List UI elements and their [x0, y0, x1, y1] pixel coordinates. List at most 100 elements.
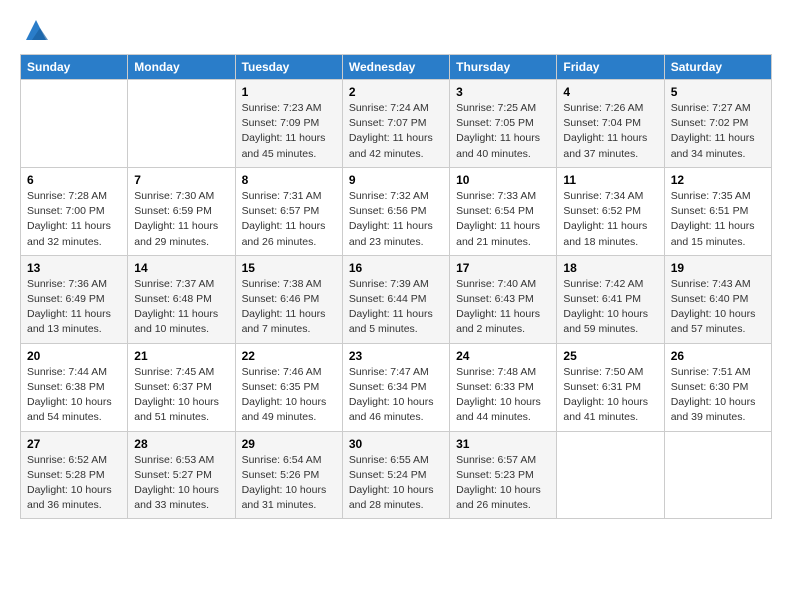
day-number: 30 — [349, 437, 443, 451]
calendar-cell: 24 Sunrise: 7:48 AMSunset: 6:33 PMDayligh… — [450, 343, 557, 431]
calendar-table: SundayMondayTuesdayWednesdayThursdayFrid… — [20, 54, 772, 519]
day-number: 23 — [349, 349, 443, 363]
calendar-cell: 26Sunrise: 7:51 AMSunset: 6:30 PMDayligh… — [664, 343, 771, 431]
calendar-cell — [21, 80, 128, 168]
day-info: Sunrise: 7:40 AMSunset: 6:43 PMDaylight:… — [456, 277, 550, 338]
day-info: Sunrise: 7:33 AMSunset: 6:54 PMDaylight:… — [456, 189, 550, 250]
day-number: 1 — [242, 85, 336, 99]
day-info: Sunrise: 6:53 AMSunset: 5:27 PMDaylight:… — [134, 453, 228, 514]
day-info: Sunrise: 7:50 AMSunset: 6:31 PMDaylight:… — [563, 365, 657, 426]
calendar-cell — [557, 431, 664, 519]
day-info: Sunrise: 6:52 AMSunset: 5:28 PMDaylight:… — [27, 453, 121, 514]
day-number: 19 — [671, 261, 765, 275]
day-number: 27 — [27, 437, 121, 451]
calendar-cell: 28 Sunrise: 6:53 AMSunset: 5:27 PMDayligh… — [128, 431, 235, 519]
day-info: Sunrise: 7:36 AMSunset: 6:49 PMDaylight:… — [27, 277, 121, 338]
col-header-monday: Monday — [128, 55, 235, 80]
day-info: Sunrise: 6:54 AMSunset: 5:26 PMDaylight:… — [242, 453, 336, 514]
day-info: Sunrise: 7:51 AMSunset: 6:30 PMDaylight:… — [671, 365, 765, 426]
col-header-saturday: Saturday — [664, 55, 771, 80]
calendar-cell — [128, 80, 235, 168]
calendar-cell: 3 Sunrise: 7:25 AMSunset: 7:05 PMDaylight… — [450, 80, 557, 168]
calendar-cell: 17 Sunrise: 7:40 AMSunset: 6:43 PMDayligh… — [450, 255, 557, 343]
calendar-cell: 30 Sunrise: 6:55 AMSunset: 5:24 PMDayligh… — [342, 431, 449, 519]
day-info: Sunrise: 7:27 AMSunset: 7:02 PMDaylight:… — [671, 101, 765, 162]
day-info: Sunrise: 7:31 AMSunset: 6:57 PMDaylight:… — [242, 189, 336, 250]
day-number: 7 — [134, 173, 228, 187]
day-number: 8 — [242, 173, 336, 187]
calendar-cell: 14Sunrise: 7:37 AMSunset: 6:48 PMDayligh… — [128, 255, 235, 343]
day-info: Sunrise: 6:57 AMSunset: 5:23 PMDaylight:… — [456, 453, 550, 514]
calendar-cell: 5 Sunrise: 7:27 AMSunset: 7:02 PMDaylight… — [664, 80, 771, 168]
calendar-cell: 4 Sunrise: 7:26 AMSunset: 7:04 PMDaylight… — [557, 80, 664, 168]
header — [20, 16, 772, 44]
calendar-cell: 27 Sunrise: 6:52 AMSunset: 5:28 PMDayligh… — [21, 431, 128, 519]
col-header-tuesday: Tuesday — [235, 55, 342, 80]
day-info: Sunrise: 7:46 AMSunset: 6:35 PMDaylight:… — [242, 365, 336, 426]
day-number: 22 — [242, 349, 336, 363]
day-number: 6 — [27, 173, 121, 187]
calendar-cell: 13 Sunrise: 7:36 AMSunset: 6:49 PMDayligh… — [21, 255, 128, 343]
day-info: Sunrise: 6:55 AMSunset: 5:24 PMDaylight:… — [349, 453, 443, 514]
col-header-friday: Friday — [557, 55, 664, 80]
calendar-cell: 25Sunrise: 7:50 AMSunset: 6:31 PMDayligh… — [557, 343, 664, 431]
day-number: 17 — [456, 261, 550, 275]
day-number: 16 — [349, 261, 443, 275]
day-number: 31 — [456, 437, 550, 451]
calendar-header-row: SundayMondayTuesdayWednesdayThursdayFrid… — [21, 55, 772, 80]
day-info: Sunrise: 7:32 AMSunset: 6:56 PMDaylight:… — [349, 189, 443, 250]
logo-icon — [22, 16, 50, 44]
calendar-cell: 8 Sunrise: 7:31 AMSunset: 6:57 PMDaylight… — [235, 167, 342, 255]
calendar-cell: 2 Sunrise: 7:24 AMSunset: 7:07 PMDaylight… — [342, 80, 449, 168]
col-header-sunday: Sunday — [21, 55, 128, 80]
day-info: Sunrise: 7:45 AMSunset: 6:37 PMDaylight:… — [134, 365, 228, 426]
calendar-cell: 7 Sunrise: 7:30 AMSunset: 6:59 PMDaylight… — [128, 167, 235, 255]
day-number: 21 — [134, 349, 228, 363]
day-number: 11 — [563, 173, 657, 187]
day-info: Sunrise: 7:24 AMSunset: 7:07 PMDaylight:… — [349, 101, 443, 162]
day-number: 5 — [671, 85, 765, 99]
day-info: Sunrise: 7:25 AMSunset: 7:05 PMDaylight:… — [456, 101, 550, 162]
calendar-cell: 16Sunrise: 7:39 AMSunset: 6:44 PMDayligh… — [342, 255, 449, 343]
day-info: Sunrise: 7:43 AMSunset: 6:40 PMDaylight:… — [671, 277, 765, 338]
day-info: Sunrise: 7:23 AMSunset: 7:09 PMDaylight:… — [242, 101, 336, 162]
day-info: Sunrise: 7:38 AMSunset: 6:46 PMDaylight:… — [242, 277, 336, 338]
day-number: 13 — [27, 261, 121, 275]
day-number: 29 — [242, 437, 336, 451]
day-number: 24 — [456, 349, 550, 363]
day-number: 20 — [27, 349, 121, 363]
day-number: 12 — [671, 173, 765, 187]
day-number: 9 — [349, 173, 443, 187]
calendar-cell: 15 Sunrise: 7:38 AMSunset: 6:46 PMDayligh… — [235, 255, 342, 343]
day-number: 15 — [242, 261, 336, 275]
calendar-cell: 9 Sunrise: 7:32 AMSunset: 6:56 PMDaylight… — [342, 167, 449, 255]
day-info: Sunrise: 7:42 AMSunset: 6:41 PMDaylight:… — [563, 277, 657, 338]
calendar-cell: 11 Sunrise: 7:34 AMSunset: 6:52 PMDayligh… — [557, 167, 664, 255]
day-info: Sunrise: 7:48 AMSunset: 6:33 PMDaylight:… — [456, 365, 550, 426]
calendar-week-row: 6 Sunrise: 7:28 AMSunset: 7:00 PMDaylight… — [21, 167, 772, 255]
day-number: 3 — [456, 85, 550, 99]
day-info: Sunrise: 7:30 AMSunset: 6:59 PMDaylight:… — [134, 189, 228, 250]
calendar-cell: 31 Sunrise: 6:57 AMSunset: 5:23 PMDayligh… — [450, 431, 557, 519]
calendar-week-row: 20 Sunrise: 7:44 AMSunset: 6:38 PMDayligh… — [21, 343, 772, 431]
calendar-cell: 10Sunrise: 7:33 AMSunset: 6:54 PMDayligh… — [450, 167, 557, 255]
day-number: 18 — [563, 261, 657, 275]
page: SundayMondayTuesdayWednesdayThursdayFrid… — [0, 0, 792, 535]
calendar-cell: 18 Sunrise: 7:42 AMSunset: 6:41 PMDayligh… — [557, 255, 664, 343]
day-info: Sunrise: 7:37 AMSunset: 6:48 PMDaylight:… — [134, 277, 228, 338]
day-number: 28 — [134, 437, 228, 451]
calendar-cell: 1 Sunrise: 7:23 AMSunset: 7:09 PMDaylight… — [235, 80, 342, 168]
calendar-week-row: 27 Sunrise: 6:52 AMSunset: 5:28 PMDayligh… — [21, 431, 772, 519]
day-info: Sunrise: 7:26 AMSunset: 7:04 PMDaylight:… — [563, 101, 657, 162]
day-info: Sunrise: 7:28 AMSunset: 7:00 PMDaylight:… — [27, 189, 121, 250]
calendar-cell: 20 Sunrise: 7:44 AMSunset: 6:38 PMDayligh… — [21, 343, 128, 431]
calendar-cell: 21 Sunrise: 7:45 AMSunset: 6:37 PMDayligh… — [128, 343, 235, 431]
day-number: 2 — [349, 85, 443, 99]
day-info: Sunrise: 7:34 AMSunset: 6:52 PMDaylight:… — [563, 189, 657, 250]
day-info: Sunrise: 7:35 AMSunset: 6:51 PMDaylight:… — [671, 189, 765, 250]
day-info: Sunrise: 7:44 AMSunset: 6:38 PMDaylight:… — [27, 365, 121, 426]
logo — [20, 16, 50, 44]
day-number: 4 — [563, 85, 657, 99]
col-header-wednesday: Wednesday — [342, 55, 449, 80]
calendar-cell: 22 Sunrise: 7:46 AMSunset: 6:35 PMDayligh… — [235, 343, 342, 431]
